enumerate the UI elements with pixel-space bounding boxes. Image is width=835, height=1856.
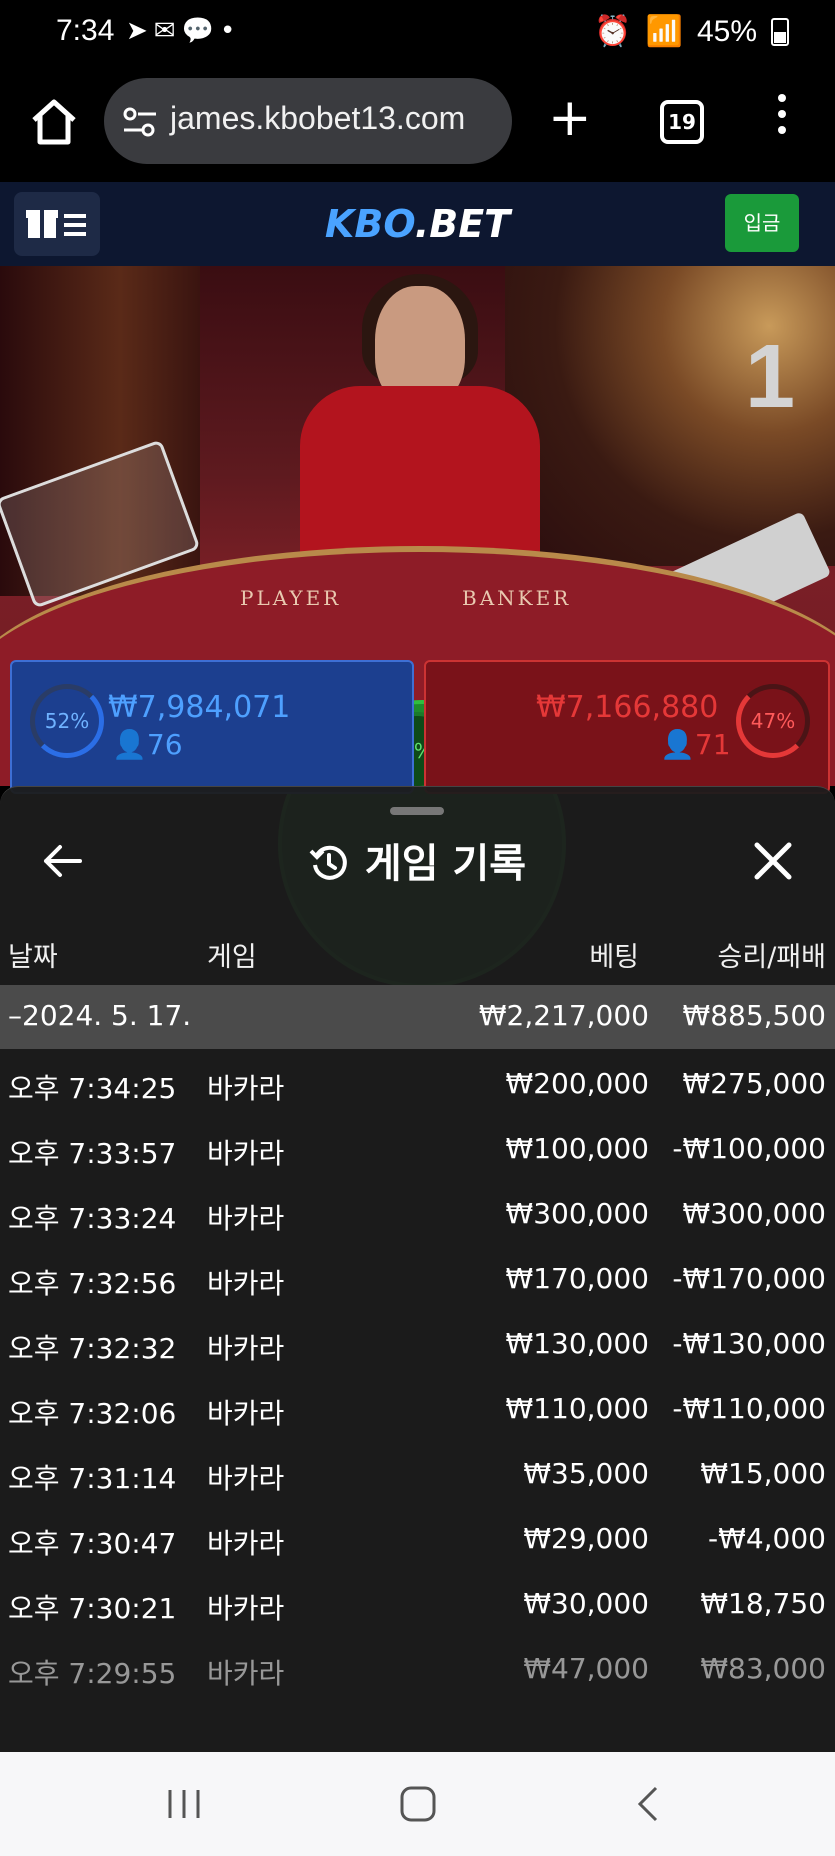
table-row[interactable]: 오후 7:29:55 바카라 ₩47,000 ₩83,000: [0, 1638, 835, 1702]
round-number: 1: [744, 327, 795, 427]
game-history-sheet: 게임 기록 날짜 게임 베팅 승리/패배 –2024. 5. 17. ₩2,21…: [0, 786, 835, 1753]
col-result: 승리/패배: [717, 942, 826, 973]
browser-toolbar: james.kbobet13.com + 19: [0, 70, 835, 182]
banker-bet-panel[interactable]: ₩7,166,880 👤71 47%: [424, 660, 830, 794]
table-row[interactable]: 오후 7:31:14 바카라 ₩35,000 ₩15,000: [0, 1443, 835, 1507]
drag-handle[interactable]: [390, 807, 444, 815]
col-date: 날짜: [8, 942, 58, 973]
player-count: 👤76: [112, 728, 183, 761]
player-bet-panel[interactable]: 52% ₩7,984,071 👤76: [10, 660, 414, 794]
table-row[interactable]: 오후 7:34:25 바카라 ₩200,000 ₩275,000: [0, 1053, 835, 1117]
recent-apps-icon[interactable]: [164, 1786, 204, 1822]
table-row[interactable]: 오후 7:32:32 바카라 ₩130,000 -₩130,000: [0, 1313, 835, 1377]
history-icon: [309, 845, 347, 880]
table-row[interactable]: 오후 7:33:24 바카라 ₩300,000 ₩300,000: [0, 1183, 835, 1247]
date-summary-row[interactable]: –2024. 5. 17. ₩2,217,000 ₩885,500: [0, 985, 835, 1049]
status-right: ⏰ 📶 45%: [594, 14, 789, 49]
home-icon[interactable]: [28, 96, 80, 148]
new-tab-icon[interactable]: +: [548, 92, 592, 144]
system-navigation-bar: [0, 1752, 835, 1856]
battery-percent: 45%: [696, 14, 757, 48]
banker-percent: 47%: [736, 684, 810, 758]
person-icon: 👤: [112, 728, 147, 761]
more-menu-icon[interactable]: [776, 94, 788, 142]
banker-table-label: BANKER: [462, 586, 572, 610]
wifi-icon: 📶: [645, 15, 683, 48]
status-time: 7:34: [56, 14, 115, 47]
table-row[interactable]: 오후 7:30:47 바카라 ₩29,000 -₩4,000: [0, 1508, 835, 1572]
site-settings-icon[interactable]: [122, 104, 158, 140]
site-logo[interactable]: KBO.BET: [0, 202, 835, 246]
col-bet: 베팅: [589, 942, 639, 973]
status-bar: 7:34 ➤✉💬• ⏰ 📶 45%: [0, 0, 835, 70]
banker-amount: ₩7,166,880: [536, 690, 719, 725]
table-row[interactable]: 오후 7:33:57 바카라 ₩100,000 -₩100,000: [0, 1118, 835, 1182]
banker-count: 👤71: [660, 728, 731, 761]
col-game: 게임: [207, 942, 257, 973]
deposit-button[interactable]: 입금: [725, 194, 799, 252]
alarm-icon: ⏰: [594, 15, 632, 48]
table-row[interactable]: 오후 7:32:06 바카라 ₩110,000 -₩110,000: [0, 1378, 835, 1442]
table-row[interactable]: 오후 7:30:21 바카라 ₩30,000 ₩18,750: [0, 1573, 835, 1637]
close-icon[interactable]: [753, 841, 793, 881]
notification-icons: ➤✉💬•: [126, 16, 242, 46]
battery-icon: [771, 17, 789, 46]
url-text[interactable]: james.kbobet13.com: [170, 100, 465, 137]
person-icon: 👤: [660, 728, 695, 761]
player-table-label: PLAYER: [240, 586, 342, 610]
site-header: KBO.BET 입금: [0, 182, 835, 266]
table-row[interactable]: 오후 7:32:56 바카라 ₩170,000 -₩170,000: [0, 1248, 835, 1312]
player-percent: 52%: [30, 684, 104, 758]
tab-switcher-button[interactable]: 19: [660, 100, 704, 144]
sheet-title: 게임 기록: [0, 831, 835, 889]
back-nav-icon[interactable]: [634, 1786, 664, 1822]
player-amount: ₩7,984,071: [108, 690, 291, 725]
address-bar[interactable]: james.kbobet13.com: [104, 78, 512, 164]
home-nav-icon[interactable]: [398, 1786, 438, 1822]
